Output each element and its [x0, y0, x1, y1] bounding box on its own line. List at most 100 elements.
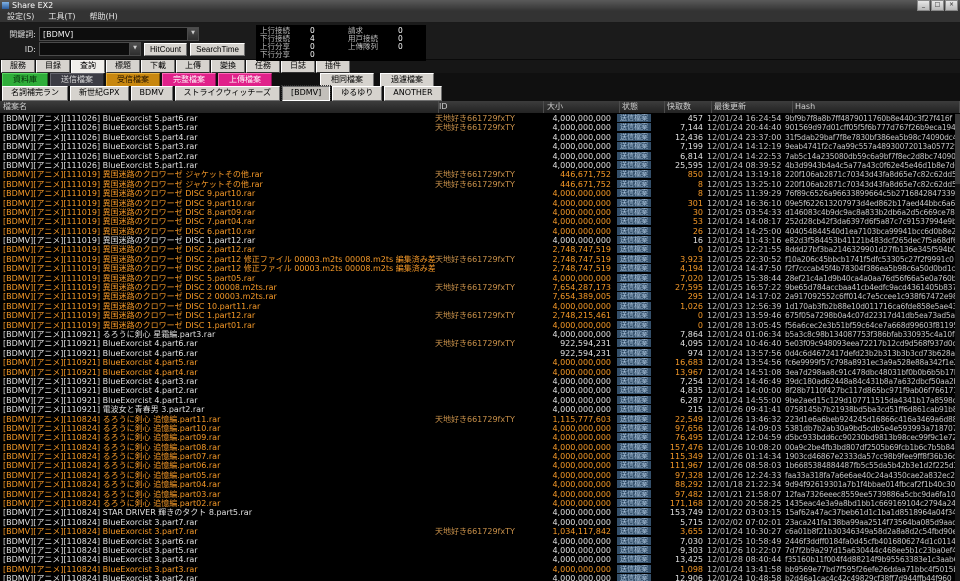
table-row[interactable]: [BDMV][アニメ][110921] BlueExorcist 4.part5…: [0, 358, 960, 367]
maximize-button[interactable]: □: [931, 0, 944, 11]
table-row[interactable]: [BDMV][アニメ][110824] BlueExorcist 3.part6…: [0, 537, 960, 546]
table-row[interactable]: [BDMV][アニメ][110921] BlueExorcist 4.part6…: [0, 339, 960, 348]
table-row[interactable]: [BDMV][アニメ][111019] 異国迷路のクロワーゼ ジャケットその他.…: [0, 180, 960, 189]
table-row[interactable]: [BDMV][アニメ][110921] BlueExorcist 4.part3…: [0, 377, 960, 386]
table-row[interactable]: [BDMV][アニメ][111019] 異国迷路のクロワーゼ DISC 8.pa…: [0, 208, 960, 217]
keyword-button[interactable]: BDMV: [131, 86, 173, 101]
keyword-button[interactable]: ゆるゆり: [332, 86, 382, 101]
table-row[interactable]: [BDMV][アニメ][111026] BlueExorcist 5.part3…: [0, 142, 960, 151]
column-header-status[interactable]: 状態: [620, 101, 665, 113]
table-row[interactable]: [BDMV][アニメ][110824] BlueExorcist 3.part4…: [0, 555, 960, 564]
table-row[interactable]: [BDMV][アニメ][110824] BlueExorcist 3.part7…: [0, 518, 960, 527]
table-row[interactable]: [BDMV][アニメ][110824] BlueExorcist 3.part5…: [0, 546, 960, 555]
table-row[interactable]: [BDMV][アニメ][111019] 異国迷路のクロワーゼ DISC 2.pa…: [0, 264, 960, 273]
filter-button[interactable]: 送信檔案: [50, 73, 104, 87]
table-row[interactable]: [BDMV][アニメ][110824] るろうに剣心 追憶編.part05.ra…: [0, 471, 960, 480]
filter-button[interactable]: 資料庫: [2, 73, 48, 87]
table-row[interactable]: [BDMV][アニメ][110824] るろうに剣心 追憶編.part07.ra…: [0, 452, 960, 461]
column-header-updated[interactable]: 最後更新: [712, 101, 793, 113]
table-row[interactable]: [BDMV][アニメ][110921] BlueExorcist 4.part2…: [0, 386, 960, 395]
table-row[interactable]: [BDMV][アニメ][111019] 異国迷路のクロワーゼ DISC 2 00…: [0, 283, 960, 292]
table-row[interactable]: [BDMV][アニメ][111019] 異国迷路のクロワーゼ DISC 1.pa…: [0, 321, 960, 330]
minimize-button[interactable]: _: [917, 0, 930, 11]
column-header-size[interactable]: 大小: [544, 101, 620, 113]
tab[interactable]: 査詢: [71, 59, 105, 73]
table-row[interactable]: [BDMV][アニメ][110921] BlueExorcist 4.part4…: [0, 368, 960, 377]
table-row[interactable]: [BDMV][アニメ][111026] BlueExorcist 5.part1…: [0, 161, 960, 170]
chevron-down-icon[interactable]: ▼: [187, 28, 198, 40]
keyword-button[interactable]: 新世紀GPX: [70, 86, 129, 101]
keyword-button[interactable]: 名詞補完ラン: [2, 86, 68, 101]
table-row[interactable]: [BDMV][アニメ][111019] 異国迷路のクロワーゼ DISC 1.pa…: [0, 236, 960, 245]
column-header-cache[interactable]: 快取数: [665, 101, 712, 113]
table-row[interactable]: [BDMV][アニメ][110921] BlueExorcist 4.part6…: [0, 349, 960, 358]
table-row[interactable]: [BDMV][アニメ][111019] 異国迷路のクロワーゼ DISC 9.pa…: [0, 199, 960, 208]
table-row[interactable]: [BDMV][アニメ][111019] 異国迷路のクロワーゼ DISC 5.pa…: [0, 274, 960, 283]
keyword-button[interactable]: ストライクウィッチーズ: [175, 86, 280, 101]
table-row[interactable]: [BDMV][アニメ][110921] 電波女と青春男 3.part2.rar …: [0, 405, 960, 414]
table-row[interactable]: [BDMV][アニメ][110824] るろうに剣心 追憶編.part09.ra…: [0, 433, 960, 442]
scrollbar-thumb[interactable]: [955, 114, 960, 184]
table-row[interactable]: [BDMV][アニメ][110921] BlueExorcist 4.part1…: [0, 396, 960, 405]
table-row[interactable]: [BDMV][アニメ][111019] 異国迷路のクロワーゼ DISC 2 00…: [0, 292, 960, 301]
menu-item[interactable]: 工具(T): [41, 11, 82, 22]
table-row[interactable]: [BDMV][アニメ][110824] るろうに剣心 追憶編.part04.ra…: [0, 480, 960, 489]
tab[interactable]: 任務: [246, 59, 280, 73]
tab[interactable]: 標題: [106, 59, 140, 73]
keyword-button[interactable]: ANOTHER: [384, 86, 441, 101]
tab[interactable]: 插件: [316, 59, 350, 73]
hitcount-button[interactable]: HitCount: [144, 43, 187, 56]
cell-id: [435, 264, 539, 273]
table-row[interactable]: [BDMV][アニメ][111026] BlueExorcist 5.part5…: [0, 123, 960, 132]
tab[interactable]: 上傳: [176, 59, 210, 73]
filter-button[interactable]: 上傳檔案: [218, 73, 272, 87]
table-row[interactable]: [BDMV][アニメ][111019] 異国迷路のクロワーゼ DISC 1.pa…: [0, 311, 960, 320]
column-header-filename[interactable]: 檔案名: [0, 101, 439, 113]
table-row[interactable]: [BDMV][アニメ][111019] 異国迷路のクロワーゼ DISC 7.pa…: [0, 217, 960, 226]
column-header-hash[interactable]: Hash: [793, 101, 960, 113]
table-row[interactable]: [BDMV][アニメ][110824] BlueExorcist 3.part2…: [0, 574, 960, 581]
tab[interactable]: 變換: [211, 59, 245, 73]
table-row[interactable]: [BDMV][アニメ][110921] るろうに剣心 星霜編.part3.rar…: [0, 330, 960, 339]
table-row[interactable]: [BDMV][アニメ][110824] るろうに剣心 追憶編.part11.ra…: [0, 415, 960, 424]
tab[interactable]: 目録: [36, 59, 70, 73]
cell-cache-count: 295: [659, 292, 707, 301]
table-row[interactable]: [BDMV][アニメ][110824] BlueExorcist 3.part3…: [0, 565, 960, 574]
vertical-scrollbar[interactable]: [955, 114, 960, 581]
table-row[interactable]: [BDMV][アニメ][111019] 異国迷路のクロワーゼ DISC 2.pa…: [0, 255, 960, 264]
menu-item[interactable]: 設定(S): [0, 11, 41, 22]
table-row[interactable]: [BDMV][アニメ][111026] BlueExorcist 5.part4…: [0, 133, 960, 142]
table-row[interactable]: [BDMV][アニメ][110824] るろうに剣心 追憶編.part10.ra…: [0, 424, 960, 433]
table-row[interactable]: [BDMV][アニメ][110824] るろうに剣心 追憶編.part08.ra…: [0, 443, 960, 452]
table-row[interactable]: [BDMV][アニメ][110824] るろうに剣心 追憶編.part02.ra…: [0, 499, 960, 508]
table-row[interactable]: [BDMV][アニメ][111026] BlueExorcist 5.part6…: [0, 114, 960, 123]
filter-button[interactable]: 過濾檔案: [380, 73, 434, 87]
table-row[interactable]: [BDMV][アニメ][110824] るろうに剣心 追憶編.part03.ra…: [0, 490, 960, 499]
table-row[interactable]: [BDMV][アニメ][110824] るろうに剣心 追憶編.part06.ra…: [0, 461, 960, 470]
filter-button[interactable]: 相同檔案: [320, 73, 374, 87]
close-button[interactable]: ×: [945, 0, 958, 11]
table-row[interactable]: [BDMV][アニメ][111019] 異国迷路のクロワーゼ DISC 2.pa…: [0, 245, 960, 254]
tab[interactable]: 服務: [1, 59, 35, 73]
keyword-button[interactable]: [BDMV]: [282, 86, 330, 101]
cell-last-updated: 12/01/28 08:40:44: [707, 555, 785, 564]
filter-button[interactable]: 受信檔案: [106, 73, 160, 87]
filter-button[interactable]: 完整檔案: [162, 73, 216, 87]
tab[interactable]: 日誌: [281, 59, 315, 73]
table-row[interactable]: [BDMV][アニメ][110824] STAR DRIVER 輝きのタクト 8…: [0, 508, 960, 517]
table-row[interactable]: [BDMV][アニメ][111019] 異国迷路のクロワーゼ DISC 9.pa…: [0, 189, 960, 198]
menu-item[interactable]: 帮助(H): [82, 11, 124, 22]
table-row[interactable]: [BDMV][アニメ][111019] 異国迷路のクロワーゼ DISC 6.pa…: [0, 227, 960, 236]
searchtime-button[interactable]: SearchTime: [190, 43, 245, 56]
column-header-id[interactable]: ID: [439, 101, 544, 113]
id-combobox[interactable]: ▼: [39, 42, 141, 56]
cell-hash: 1903cd46867e2333da57cc98b9fee9ff8f36b36d: [785, 452, 960, 461]
table-row[interactable]: [BDMV][アニメ][111019] 異国迷路のクロワーゼ DISC 10.p…: [0, 302, 960, 311]
chevron-down-icon[interactable]: ▼: [129, 43, 140, 55]
table-row[interactable]: [BDMV][アニメ][111019] 異国迷路のクロワーゼ ジャケットその他.…: [0, 170, 960, 179]
table-row[interactable]: [BDMV][アニメ][111026] BlueExorcist 5.part2…: [0, 152, 960, 161]
table-row[interactable]: [BDMV][アニメ][110824] BlueExorcist 3.part7…: [0, 527, 960, 536]
tab[interactable]: 下載: [141, 59, 175, 73]
keyword-combobox[interactable]: [BDMV] ▼: [39, 27, 199, 41]
cell-filename: [BDMV][アニメ][110824] るろうに剣心 追憶編.part10.ra…: [0, 424, 435, 433]
